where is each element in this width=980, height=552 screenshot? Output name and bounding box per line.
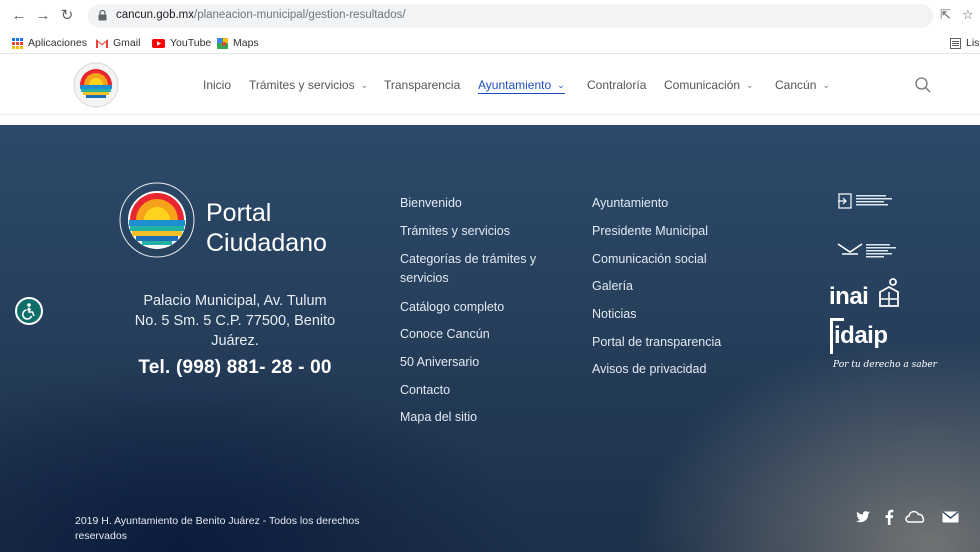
footer-link[interactable]: Contacto (400, 382, 450, 398)
back-arrow-icon[interactable]: ← (10, 7, 28, 25)
menu-cancun[interactable]: Cancún ⌄ (775, 78, 830, 92)
inai-label: inai (829, 283, 869, 310)
chevron-down-icon: ⌄ (746, 79, 754, 90)
footer-link[interactable]: Ayuntamiento (592, 195, 668, 211)
menu-comunicacion[interactable]: Comunicación ⌄ (664, 78, 754, 92)
idaip-logo[interactable]: idaip (834, 322, 888, 350)
bookmark-apps[interactable]: Aplicaciones (12, 36, 87, 50)
menu-label: Cancún (775, 78, 817, 92)
menu-label: Ayuntamiento (478, 78, 552, 92)
chevron-down-icon: ⌄ (557, 79, 565, 90)
url-path: /planeacion-municipal/gestion-resultados… (194, 9, 406, 21)
bookmark-youtube[interactable]: YouTube (152, 36, 211, 50)
menu-ayuntamiento[interactable]: Ayuntamiento ⌄ (478, 78, 565, 94)
browser-toolbar: ← → ↻ cancun.gob.mx/planeacion-municipal… (0, 0, 980, 32)
gmail-icon (96, 38, 108, 48)
portal-title-line2: Ciudadano (206, 229, 327, 257)
menu-label: Trámites y servicios (249, 78, 355, 92)
maps-icon (217, 37, 228, 49)
reload-icon[interactable]: ↻ (58, 7, 76, 25)
benito-juarez-logo[interactable] (72, 61, 120, 109)
inai-building-icon (878, 278, 899, 307)
address-bar[interactable]: cancun.gob.mx/planeacion-municipal/gesti… (88, 4, 933, 28)
url-text: cancun.gob.mx/planeacion-municipal/gesti… (116, 9, 406, 21)
footer-links-col2: Ayuntamiento Presidente Municipal Comuni… (592, 195, 772, 385)
accessibility-button[interactable] (15, 297, 43, 325)
forward-arrow-icon[interactable]: → (34, 7, 52, 25)
bookmark-label: YouTube (170, 37, 212, 49)
menu-contraloria[interactable]: Contraloría (587, 78, 646, 92)
copyright-line: reservados (75, 530, 127, 542)
municipal-address: Palacio Municipal, Av. Tulum No. 5 Sm. 5… (110, 291, 360, 351)
reading-list-icon (950, 37, 961, 49)
footer-link[interactable]: Presidente Municipal (592, 223, 708, 239)
footer-link[interactable]: Portal de transparencia (592, 334, 721, 350)
wheelchair-icon (22, 303, 35, 320)
footer-link[interactable]: Trámites y servicios (400, 223, 510, 239)
bookmark-label: Aplicaciones (28, 37, 87, 49)
menu-label: Inicio (203, 78, 232, 92)
star-icon[interactable]: ☆ (962, 7, 974, 23)
twitter-icon[interactable] (855, 509, 871, 525)
footer-link[interactable]: Comunicación social (592, 251, 707, 267)
phone-number: Tel. (998) 881- 28 - 00 (138, 357, 332, 378)
footer-link[interactable]: Conoce Cancún (400, 326, 490, 342)
transparency-agency-emblem[interactable] (838, 191, 898, 211)
reading-list[interactable]: Lis (950, 36, 979, 50)
url-host: cancun.gob.mx (116, 9, 194, 21)
menu-tramites[interactable]: Trámites y servicios ⌄ (249, 78, 368, 92)
reading-list-label: Lis (966, 37, 980, 49)
menu-label: Transparencia (384, 78, 461, 92)
footer-link[interactable]: Galería (592, 278, 633, 294)
site-header: Inicio Trámites y servicios ⌄ Transparenc… (0, 55, 980, 115)
footer-link[interactable]: Avisos de privacidad (592, 361, 706, 377)
menu-transparencia[interactable]: Transparencia (384, 78, 460, 92)
menu-label: Comunicación (664, 78, 741, 92)
idaip-frame (830, 318, 833, 354)
copyright-line: 2019 H. Ayuntamiento de Benito Juárez - … (75, 515, 360, 527)
youtube-icon (152, 38, 165, 48)
information-system-emblem[interactable] (836, 240, 900, 262)
footer-link[interactable]: Mapa del sitio (400, 409, 477, 425)
footer-link[interactable]: 50 Aniversario (400, 354, 479, 370)
apps-grid-icon (12, 37, 23, 49)
portal-title: Portal Ciudadano (206, 198, 327, 258)
portal-title-line1: Portal (206, 199, 272, 227)
menu-inicio[interactable]: Inicio (203, 78, 231, 92)
chevron-down-icon: ⌄ (360, 79, 369, 90)
chevron-down-icon: ⌄ (822, 79, 830, 90)
email-icon[interactable] (942, 509, 959, 525)
footer-link[interactable]: Bienvenido (400, 195, 462, 211)
municipio-benito-juarez-seal[interactable] (118, 181, 196, 259)
search-icon[interactable] (914, 76, 932, 94)
bookmark-label: Maps (233, 37, 259, 49)
soundcloud-icon[interactable] (905, 509, 927, 525)
lock-icon (98, 10, 107, 21)
facebook-icon[interactable] (884, 509, 894, 525)
share-icon[interactable]: ⇱ (940, 7, 951, 23)
menu-label: Contraloría (587, 78, 647, 92)
idaip-slogan: Por tu derecho a saber (833, 360, 937, 370)
bookmarks-bar: Aplicaciones Gmail YouTube Maps Lis (0, 32, 980, 54)
footer-link[interactable]: Noticias (592, 306, 636, 322)
footer-links-col1: Bienvenido Trámites y servicios Categorí… (400, 195, 580, 435)
inai-logo[interactable]: inai (829, 278, 901, 311)
bookmark-maps[interactable]: Maps (217, 36, 259, 50)
address-line: No. 5 Sm. 5 C.P. 77500, Benito (134, 313, 336, 329)
copyright-text: 2019 H. Ayuntamiento de Benito Juárez - … (75, 514, 405, 544)
footer-link[interactable]: Categorías de trámites y (400, 251, 536, 267)
footer-link[interactable]: servicios (400, 270, 449, 286)
bookmark-gmail[interactable]: Gmail (96, 36, 140, 50)
address-line: Juárez. (211, 333, 259, 349)
bookmark-label: Gmail (113, 37, 141, 49)
footer-link[interactable]: Catálogo completo (400, 299, 504, 315)
address-line: Palacio Municipal, Av. Tulum (143, 293, 327, 309)
